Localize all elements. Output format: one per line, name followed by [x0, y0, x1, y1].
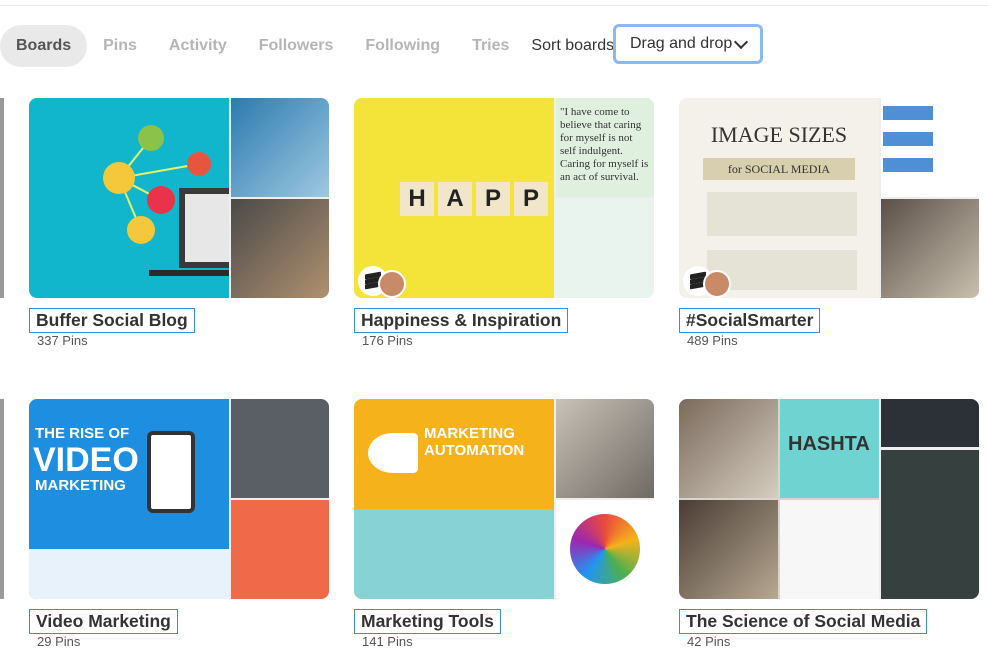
sort-dropdown[interactable]: Drag and drop [613, 24, 763, 64]
facebook-row [707, 192, 857, 236]
cover-image: "I have come to believe that caring for … [556, 98, 654, 197]
board-pin-count: 489 Pins [687, 333, 738, 348]
cover-image [881, 399, 979, 447]
tab-activity[interactable]: Activity [153, 25, 243, 67]
cover-headline: VIDEO [33, 441, 139, 479]
tab-pins[interactable]: Pins [87, 25, 153, 67]
cover-image [556, 199, 654, 298]
sort-boards-label: Sort boards [531, 37, 615, 54]
cover-image: IMAGE SIZES for SOCIAL MEDIA [679, 98, 879, 298]
board-pin-count: 29 Pins [37, 634, 81, 649]
diagram-box [883, 106, 933, 120]
avatar [703, 270, 731, 298]
board-pin-count: 141 Pins [362, 634, 413, 649]
cover-image [780, 500, 879, 599]
city-skyline [29, 549, 229, 599]
cover-headline: MARKETING AUTOMATION [424, 425, 525, 459]
board-cover[interactable]: IMAGE SIZES for SOCIAL MEDIA [679, 98, 979, 298]
board-cover[interactable] [29, 98, 329, 298]
board-title[interactable]: Happiness & Inspiration [354, 308, 569, 333]
cover-headline: HASHTA [788, 433, 870, 455]
partial-board-edge [0, 399, 4, 599]
sort-dropdown-value: Drag and drop [630, 35, 733, 52]
cover-image [231, 399, 329, 498]
diagram-box [883, 132, 933, 146]
diagram-box [883, 158, 933, 172]
wheel-chart-illustration [570, 514, 640, 584]
phone-illustration [147, 431, 195, 513]
board-cover[interactable]: H A P P "I have come to believe that car… [354, 98, 654, 298]
board-title[interactable]: Buffer Social Blog [29, 308, 195, 333]
scrabble-tiles: H A P P [400, 182, 548, 216]
quote-text: "I have come to believe that caring for … [560, 106, 649, 183]
board-cover[interactable]: THE RISE OF VIDEO MARKETING [29, 399, 329, 599]
tab-following[interactable]: Following [349, 25, 456, 67]
board-pin-count: 337 Pins [37, 333, 88, 348]
cover-image: HASHTA [679, 399, 879, 599]
board-title[interactable]: Marketing Tools [354, 609, 501, 634]
cover-headline: THE RISE OF [35, 425, 130, 442]
board-cover[interactable]: MARKETING AUTOMATION [354, 399, 654, 599]
cover-image [881, 450, 979, 599]
cover-image: H A P P [354, 98, 554, 298]
tab-tries[interactable]: Tries [456, 25, 525, 67]
infographic-panel [354, 509, 554, 599]
cover-image [679, 399, 778, 498]
cover-image [881, 98, 979, 197]
cover-image [231, 98, 329, 197]
cover-headline: MARKETING [35, 477, 126, 494]
cover-image [556, 500, 654, 599]
megaphone-illustration [368, 433, 418, 473]
cover-image [881, 199, 979, 298]
cover-image: MARKETING AUTOMATION [354, 399, 554, 599]
chevron-down-icon [733, 34, 749, 50]
tab-followers[interactable]: Followers [243, 25, 350, 67]
social-network-illustration [103, 125, 239, 276]
board-pin-count: 42 Pins [687, 634, 731, 649]
board-title[interactable]: #SocialSmarter [679, 308, 821, 333]
cover-image [231, 500, 329, 599]
board-cover[interactable]: HASHTA [679, 399, 979, 599]
cover-image: THE RISE OF VIDEO MARKETING [29, 399, 229, 599]
partial-board-edge [0, 98, 4, 298]
cover-image [29, 98, 239, 298]
board-title[interactable]: Video Marketing [29, 609, 178, 634]
board-pin-count: 176 Pins [362, 333, 413, 348]
board-title[interactable]: The Science of Social Media [679, 609, 928, 634]
cover-subheadline: for SOCIAL MEDIA [703, 158, 855, 180]
cover-image [231, 199, 329, 298]
avatar [378, 270, 406, 298]
cover-image [679, 500, 778, 599]
cover-headline: IMAGE SIZES [710, 122, 848, 147]
cover-image: HASHTA [780, 399, 879, 498]
tab-boards[interactable]: Boards [0, 25, 88, 67]
top-divider [0, 5, 988, 6]
profile-tabs: Boards Pins Activity Followers Following… [0, 24, 622, 68]
cover-image [556, 399, 654, 498]
